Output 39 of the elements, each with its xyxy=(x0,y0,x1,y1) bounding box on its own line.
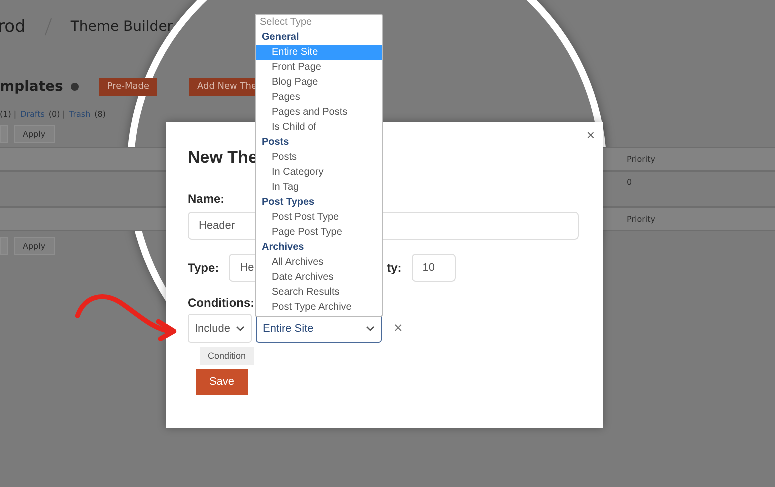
table-cell: 0 xyxy=(627,178,632,187)
dropdown-option[interactable]: Posts xyxy=(256,150,382,165)
premade-button[interactable]: Pre-Made xyxy=(99,78,158,96)
dropdown-option[interactable]: Is Child of xyxy=(256,120,382,135)
include-select[interactable]: Include xyxy=(188,314,252,343)
apply-button[interactable]: Apply xyxy=(14,125,55,143)
help-icon[interactable] xyxy=(71,83,80,91)
caret-icon xyxy=(236,326,245,332)
option-group-label: Posts xyxy=(261,136,290,150)
dropdown-option[interactable]: In Category xyxy=(256,165,382,180)
dropdown-option[interactable]: Pages and Posts xyxy=(256,105,382,120)
filter-count: (8) xyxy=(94,110,106,119)
column-header: Priority xyxy=(627,214,656,224)
option-group-label: Archives xyxy=(261,241,306,255)
save-button[interactable]: Save xyxy=(196,369,248,395)
option-group-label: General xyxy=(261,31,300,45)
field-label: Type: xyxy=(188,261,220,275)
filter-count: (1) | xyxy=(0,110,17,119)
field-label: ty: xyxy=(387,261,402,275)
section-heading: mplates xyxy=(0,79,64,95)
option-group-label: Post Types xyxy=(261,196,316,210)
dropdown-option[interactable]: Search Results xyxy=(256,285,382,300)
dropdown-option[interactable]: Post Post Type xyxy=(256,210,382,225)
dropdown-option[interactable]: Page Post Type xyxy=(256,225,382,240)
dropdown-option[interactable]: Front Page xyxy=(256,60,382,75)
caret-icon xyxy=(366,326,375,332)
priority-input[interactable]: 10 xyxy=(412,254,456,282)
apply-button[interactable]: Apply xyxy=(14,237,55,255)
filter-count: (0) | xyxy=(48,110,66,119)
field-label: Name: xyxy=(188,192,225,206)
dropdown-option[interactable]: All Archives xyxy=(256,255,382,270)
dropdown-option[interactable]: In Tag xyxy=(256,180,382,195)
page-title: Theme Builder xyxy=(70,19,174,35)
field-label: Conditions: xyxy=(188,296,255,310)
dropdown-option[interactable]: Date Archives xyxy=(256,270,382,285)
add-condition-button[interactable]: Condition xyxy=(200,347,254,365)
select-field[interactable]: Select Type xyxy=(256,15,316,30)
column-header: Priority xyxy=(627,154,656,164)
dropdown-option[interactable]: Post Type Archive xyxy=(256,300,382,315)
